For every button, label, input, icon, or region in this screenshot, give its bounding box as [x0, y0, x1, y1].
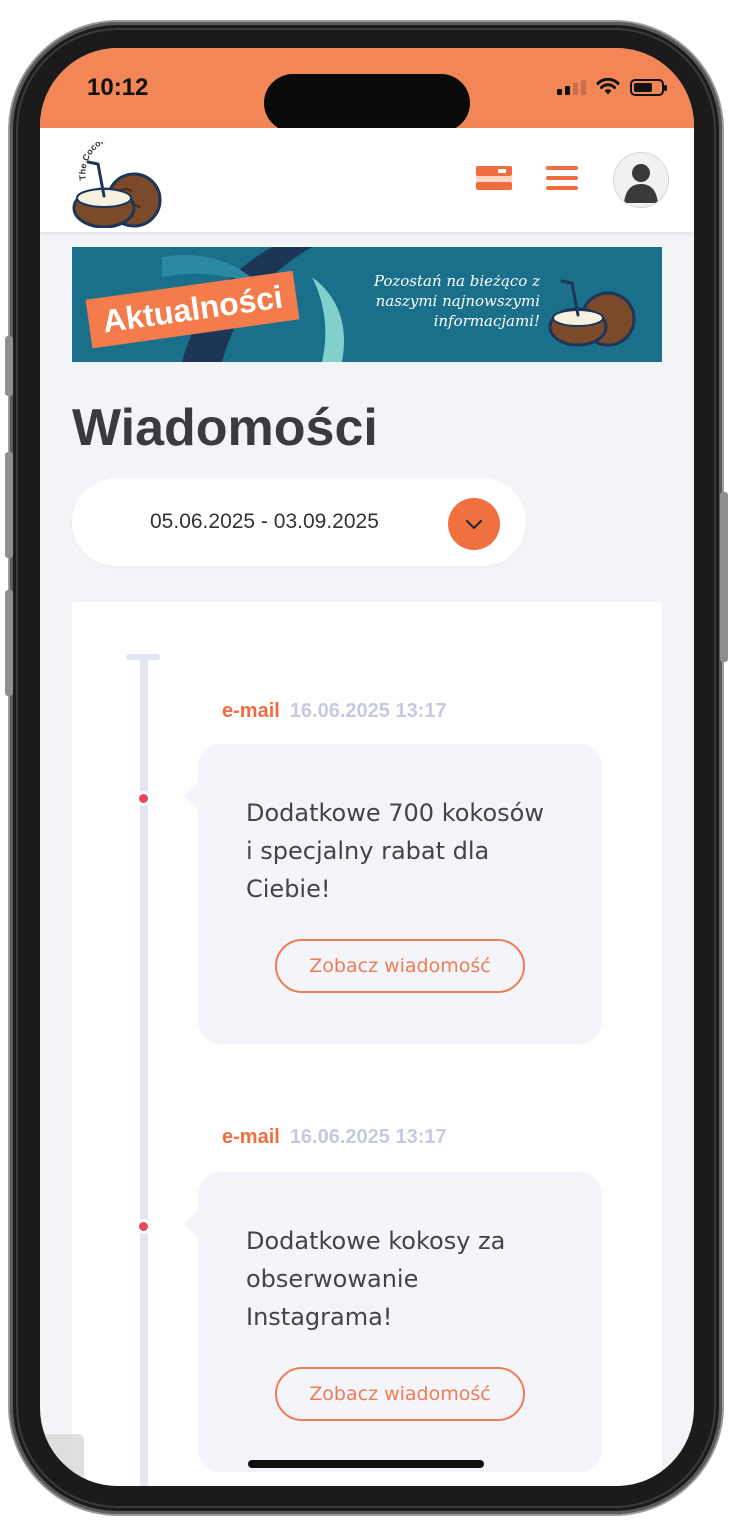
message-card: Dodatkowe kokosy za obserwowanie Instagr… [184, 1172, 602, 1472]
chevron-down-icon [465, 519, 483, 530]
timeline-line [140, 658, 148, 1486]
message-channel: e-mail [222, 1126, 280, 1148]
page-title: Wiadomości [72, 399, 378, 457]
banner-text: Pozostań na bieżąco z naszymi najnowszym… [373, 272, 540, 330]
menu-icon[interactable] [544, 162, 580, 194]
coconut-club-logo[interactable]: The Coconut Club [68, 142, 172, 228]
home-indicator[interactable] [248, 1460, 484, 1468]
status-icons [557, 78, 667, 96]
message-meta: e-mail 16.06.2025 13:17 [222, 1126, 447, 1149]
cellular-signal-icon [557, 79, 586, 95]
date-range-dropdown-button[interactable] [448, 498, 500, 550]
date-range-text: 05.06.2025 - 03.09.2025 [150, 510, 379, 533]
screen: 10:12 The Coconut Club [40, 48, 694, 1486]
news-banner[interactable]: Aktualności Pozostań na bieżąco z naszym… [72, 247, 662, 362]
card-icon[interactable] [474, 162, 514, 194]
side-button [5, 336, 13, 396]
message-channel: e-mail [222, 700, 280, 722]
timeline-dot [139, 1222, 148, 1231]
dynamic-island [264, 74, 470, 132]
message-datetime: 16.06.2025 13:17 [289, 1126, 447, 1148]
message-card: Dodatkowe 700 kokosów i specjalny rabat … [184, 744, 602, 1044]
battery-icon [630, 78, 667, 96]
view-message-button[interactable]: Zobacz wiadomość [275, 1367, 525, 1421]
message-meta: e-mail 16.06.2025 13:17 [222, 700, 447, 723]
message-title: Dodatkowe kokosy za obserwowanie Instagr… [246, 1227, 506, 1331]
message-datetime: 16.06.2025 13:17 [289, 700, 447, 722]
message-title: Dodatkowe 700 kokosów i specjalny rabat … [246, 799, 544, 903]
wifi-icon [596, 78, 620, 95]
user-avatar-icon[interactable] [613, 152, 669, 208]
messages-timeline: e-mail 16.06.2025 13:17 Dodatkowe 700 kok… [72, 602, 662, 1486]
side-button [720, 492, 728, 662]
timeline-dot [139, 794, 148, 803]
view-message-button[interactable]: Zobacz wiadomość [275, 939, 525, 993]
side-button [5, 590, 13, 696]
settings-widget-icon[interactable] [40, 1434, 84, 1478]
status-time: 10:12 [87, 74, 149, 101]
content-area: Aktualności Pozostań na bieżąco z naszym… [40, 232, 694, 1486]
side-button [5, 452, 13, 558]
date-range-filter[interactable]: 05.06.2025 - 03.09.2025 [72, 478, 526, 566]
app-header: The Coconut Club [40, 128, 694, 232]
banner-coconut-logo [548, 279, 636, 347]
status-bar: 10:12 [40, 48, 694, 132]
